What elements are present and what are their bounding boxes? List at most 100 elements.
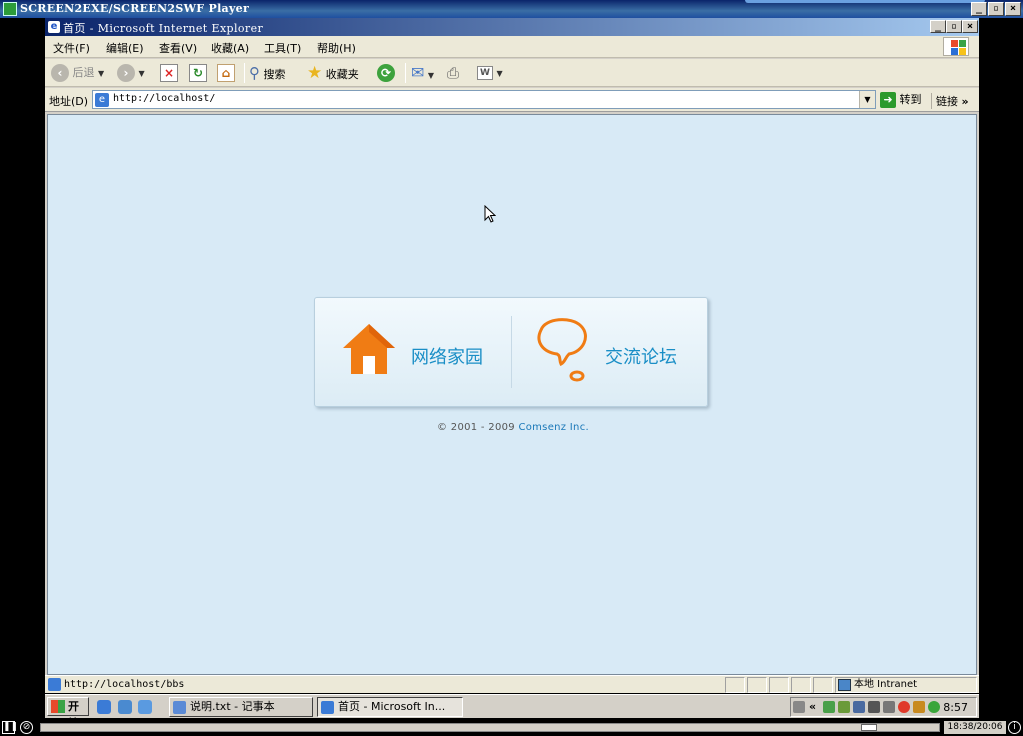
edit-dropdown-icon[interactable]: ▼ <box>497 69 503 78</box>
keyboard-icon[interactable] <box>793 701 805 713</box>
player-title: SCREEN2EXE/SCREEN2SWF Player <box>20 2 250 15</box>
mute-icon[interactable]: ⊘ <box>20 721 33 734</box>
ie-window-title: 首页 - Microsoft Internet Explorer <box>63 22 264 35</box>
player-seek-track[interactable] <box>40 723 940 732</box>
security-zone[interactable]: 本地 Intranet <box>835 677 977 693</box>
taskbar-item-label: 首页 - Microsoft In... <box>338 700 446 713</box>
edit-button[interactable]: W ▼ <box>477 62 503 84</box>
standard-toolbar: ‹ 后退 ▼ › ▼ × ↻ ⌂ ⚲ 搜索 ★ 收藏夹 ⟳ ✉ ▼ ⎙ W ▼ <box>45 59 979 87</box>
menu-help[interactable]: 帮助(H) <box>317 40 356 56</box>
tray-app-icon[interactable] <box>823 701 835 713</box>
copyright-years: © 2001 - 2009 <box>437 422 519 433</box>
copyright-text: © 2001 - 2009 Comsenz Inc. <box>48 422 978 433</box>
mail-button[interactable]: ✉ ▼ <box>411 62 434 84</box>
page-icon: e <box>95 93 109 107</box>
player-seek-thumb[interactable] <box>861 724 877 731</box>
menu-edit[interactable]: 编辑(E) <box>106 40 144 56</box>
toolbar-separator <box>244 63 245 83</box>
go-button[interactable]: ➜ 转到 <box>880 91 922 109</box>
search-button[interactable]: ⚲ 搜索 <box>249 62 286 84</box>
menu-file[interactable]: 文件(F) <box>53 40 90 56</box>
ie-close-button[interactable]: × <box>962 20 978 33</box>
taskbar: 开始 说明.txt - 记事本 首页 - Microsoft In... « 8… <box>45 694 979 730</box>
portal-panel: 网络家园 交流论坛 <box>314 297 708 407</box>
player-restore-button[interactable]: ▫ <box>988 2 1004 16</box>
taskbar-item-ie[interactable]: 首页 - Microsoft In... <box>317 697 463 717</box>
back-arrow-icon: ‹ <box>51 64 69 82</box>
player-app-icon <box>3 2 17 16</box>
pause-icon[interactable]: ❚❚ <box>2 721 18 734</box>
address-bar: 地址(D) e http://localhost/ ▼ ➜ 转到 链接 » <box>45 88 979 112</box>
taskbar-item-notepad[interactable]: 说明.txt - 记事本 <box>169 697 313 717</box>
go-label: 转到 <box>899 93 922 106</box>
qq-icon[interactable] <box>898 701 910 713</box>
player-minimize-button[interactable]: _ <box>971 2 987 16</box>
status-cell <box>725 677 745 693</box>
word-icon: W <box>477 66 493 80</box>
status-cell <box>791 677 811 693</box>
menu-bar: 文件(F) 编辑(E) 查看(V) 收藏(A) 工具(T) 帮助(H) <box>45 36 979 58</box>
toolbar-separator <box>405 63 406 83</box>
copyright-company-link[interactable]: Comsenz Inc. <box>518 422 589 433</box>
desktop-quicklaunch-icon[interactable] <box>138 700 152 714</box>
favorites-button[interactable]: ★ 收藏夹 <box>307 62 359 84</box>
back-dropdown-icon[interactable]: ▼ <box>98 69 104 78</box>
star-icon: ★ <box>307 63 323 83</box>
network-icon[interactable] <box>853 701 865 713</box>
tray-app-icon[interactable] <box>838 701 850 713</box>
status-text: http://localhost/bbs <box>64 679 185 690</box>
forum-link[interactable]: 交流论坛 <box>531 318 701 388</box>
clock: 8:57 <box>943 701 968 714</box>
notepad-icon <box>173 701 186 714</box>
links-button[interactable]: 链接 » <box>931 93 969 109</box>
refresh-button[interactable]: ↻ <box>189 62 207 84</box>
ie-quicklaunch-icon[interactable] <box>97 700 111 714</box>
forum-link-label: 交流论坛 <box>605 347 677 368</box>
history-icon: ⟳ <box>377 64 395 82</box>
ie-minimize-button[interactable]: _ <box>930 20 946 33</box>
print-button[interactable]: ⎙ <box>447 62 459 84</box>
tray-app-icon[interactable] <box>883 701 895 713</box>
tray-app-icon[interactable] <box>868 701 880 713</box>
start-button[interactable]: 开始 <box>47 697 89 730</box>
page-viewport: 网络家园 交流论坛 © 2001 - 2009 Comsenz Inc. <box>47 114 977 675</box>
mail-dropdown-icon[interactable]: ▼ <box>428 71 434 80</box>
forward-arrow-icon: › <box>117 64 135 82</box>
tray-expand-icon[interactable]: « <box>809 700 816 713</box>
ie-icon <box>321 701 334 714</box>
home-button[interactable]: ⌂ <box>217 62 235 84</box>
address-url[interactable]: http://localhost/ <box>113 93 215 104</box>
zone-label: 本地 Intranet <box>854 679 918 690</box>
search-label: 搜索 <box>263 68 286 81</box>
back-label: 后退 <box>72 66 95 79</box>
stop-icon: × <box>160 64 178 82</box>
info-icon[interactable]: i <box>1008 721 1021 734</box>
portal-divider <box>511 316 512 388</box>
messenger-quicklaunch-icon[interactable] <box>118 700 132 714</box>
stop-button[interactable]: × <box>160 62 178 84</box>
menu-tools[interactable]: 工具(T) <box>264 40 301 56</box>
ie-restore-button[interactable]: ▫ <box>946 20 962 33</box>
address-dropdown-icon[interactable]: ▼ <box>859 91 875 108</box>
go-arrow-icon: ➜ <box>880 92 896 108</box>
player-close-button[interactable]: × <box>1005 2 1021 16</box>
forward-button[interactable]: › ▼ <box>117 62 145 84</box>
printer-icon: ⎙ <box>447 64 460 82</box>
history-button[interactable]: ⟳ <box>377 62 395 84</box>
tray-app-icon[interactable] <box>928 701 940 713</box>
status-page-icon <box>48 678 61 691</box>
home-icon: ⌂ <box>217 64 235 82</box>
system-tray: « 8:57 <box>790 697 977 717</box>
menu-favorites[interactable]: 收藏(A) <box>211 40 249 56</box>
volume-icon[interactable] <box>913 701 925 713</box>
address-input[interactable]: e http://localhost/ ▼ <box>92 90 876 109</box>
forward-dropdown-icon[interactable]: ▼ <box>139 69 145 78</box>
player-time: 18:38/20:06 <box>944 721 1006 734</box>
menu-view[interactable]: 查看(V) <box>159 40 197 56</box>
player-title-bar: SCREEN2EXE/SCREEN2SWF Player _ ▫ × <box>0 0 1023 18</box>
address-label: 地址(D) <box>49 95 89 108</box>
refresh-icon: ↻ <box>189 64 207 82</box>
back-button[interactable]: ‹ 后退 ▼ <box>51 62 104 84</box>
home-link[interactable]: 网络家园 <box>341 318 501 388</box>
mail-icon: ✉ <box>411 63 425 82</box>
